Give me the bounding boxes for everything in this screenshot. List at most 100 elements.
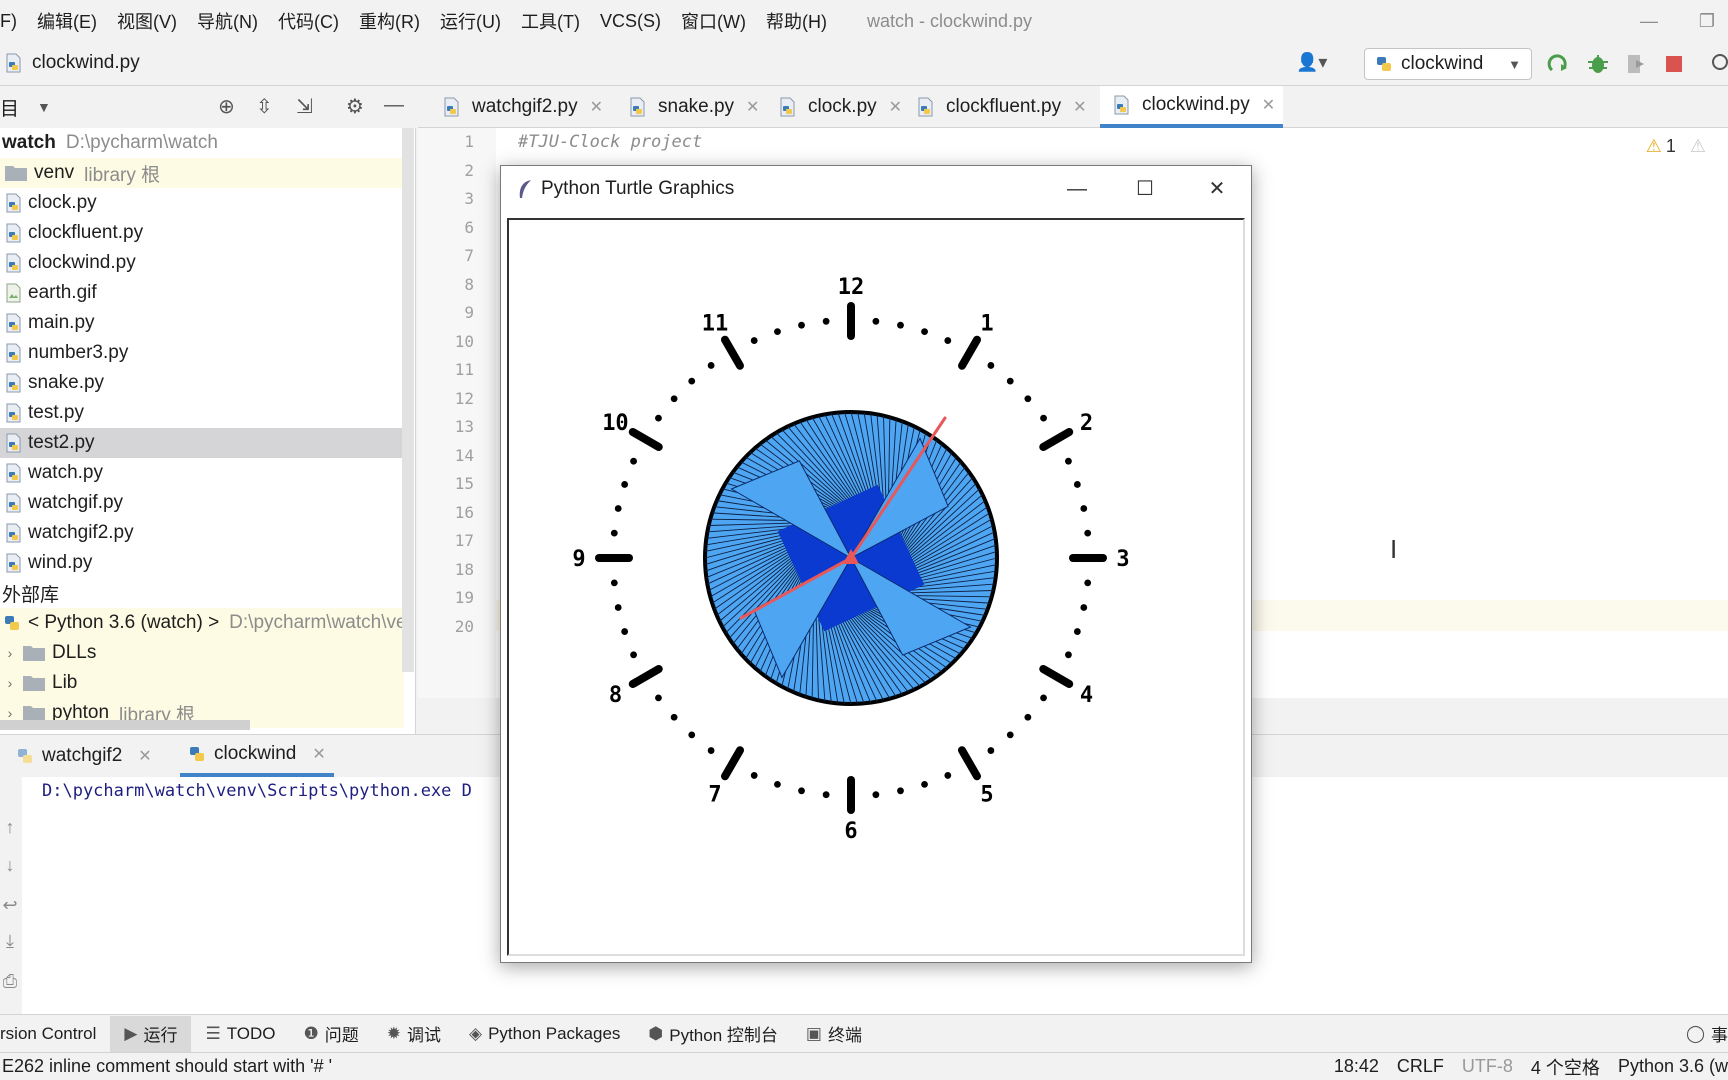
menu-run[interactable]: 运行(U) <box>430 8 511 34</box>
file-encoding[interactable]: UTF-8 <box>1453 1056 1522 1077</box>
menu-vcs[interactable]: VCS(S) <box>590 11 671 32</box>
tree-item-file[interactable]: snake.py <box>0 368 404 398</box>
tree-item-file[interactable]: clockwind.py <box>0 248 404 278</box>
hide-icon[interactable]: — <box>384 94 404 117</box>
menu-view[interactable]: 视图(V) <box>107 8 187 34</box>
caret-position[interactable]: 18:42 <box>1325 1056 1388 1077</box>
tool-python-console[interactable]: ⬢ Python 控制台 <box>634 1016 792 1052</box>
restore-icon[interactable]: ❐ <box>1690 6 1724 36</box>
run-icon: ▶ <box>124 1023 138 1043</box>
tool-event-log[interactable]: ◯ 事 <box>1672 1016 1728 1052</box>
close-icon[interactable]: ✕ <box>138 746 151 766</box>
tool-python-packages[interactable]: ◈ Python Packages <box>455 1016 634 1052</box>
stop-icon[interactable] <box>1664 54 1684 74</box>
gear-icon[interactable]: ⚙ <box>346 94 364 119</box>
tree-item-lib[interactable]: › Lib <box>0 668 404 698</box>
tree-item-file[interactable]: watchgif2.py <box>0 518 404 548</box>
breadcrumb-file[interactable]: clockwind.py <box>32 52 140 74</box>
minimize-icon[interactable]: — <box>1055 174 1099 204</box>
tree-item-file[interactable]: watch.py <box>0 458 404 488</box>
run-tab-clockwind[interactable]: clockwind ✕ <box>180 735 334 777</box>
close-icon[interactable]: ✕ <box>1195 174 1239 204</box>
maximize-icon[interactable]: ☐ <box>1123 174 1167 204</box>
arrow-up-icon[interactable]: ↑ <box>0 817 20 841</box>
status-message[interactable]: E262 inline comment should start with '#… <box>0 1056 1325 1077</box>
line-separator[interactable]: CRLF <box>1388 1056 1453 1077</box>
run-side-toolbar: ↑ ↓ ↩ ⤓ ⎙ <box>0 777 22 1015</box>
tree-item-file[interactable]: test2.py <box>0 428 404 458</box>
project-hscrollbar[interactable] <box>0 720 250 730</box>
project-scrollbar[interactable] <box>402 128 414 672</box>
tab-watchgif2[interactable]: watchgif2.py ✕ <box>430 86 611 128</box>
close-icon[interactable]: ✕ <box>590 97 603 117</box>
menu-refactor[interactable]: 重构(R) <box>349 8 430 34</box>
menu-code[interactable]: 代码(C) <box>268 8 349 34</box>
soft-wrap-icon[interactable]: ↩ <box>0 895 20 919</box>
tool-run[interactable]: ▶ 运行 <box>110 1015 192 1052</box>
tool-debug[interactable]: ✹ 调试 <box>373 1016 455 1052</box>
menu-tools[interactable]: 工具(T) <box>511 8 590 34</box>
menu-edit[interactable]: 编辑(E) <box>27 8 107 34</box>
tree-root[interactable]: watch D:\pycharm\watch <box>0 128 404 158</box>
arrow-down-icon[interactable]: ↓ <box>0 855 20 879</box>
menu-window[interactable]: 窗口(W) <box>671 8 756 34</box>
close-icon[interactable]: ✕ <box>889 97 902 117</box>
tree-item-venv[interactable]: venv library 根 <box>0 158 404 188</box>
print-icon[interactable]: ⎙ <box>0 971 20 995</box>
tree-item-file[interactable]: main.py <box>0 308 404 338</box>
menu-help[interactable]: 帮助(H) <box>756 8 837 34</box>
tree-item-dlls[interactable]: › DLLs <box>0 638 404 668</box>
tab-snake[interactable]: snake.py ✕ <box>616 86 767 128</box>
coverage-icon[interactable] <box>1624 52 1648 76</box>
tool-terminal[interactable]: ▣ 终端 <box>792 1016 876 1052</box>
chevron-down-icon[interactable]: ▼ <box>37 99 51 115</box>
user-icon[interactable]: 👤▾ <box>1296 52 1327 73</box>
tree-item-file[interactable]: watchgif.py <box>0 488 404 518</box>
locate-icon[interactable]: ⊕ <box>218 94 235 119</box>
tree-item-file[interactable]: number3.py <box>0 338 404 368</box>
close-icon[interactable]: ✕ <box>1262 95 1275 115</box>
run-config-dropdown[interactable]: clockwind ▼ <box>1364 48 1532 80</box>
tree-item-sdk[interactable]: < Python 3.6 (watch) > D:\pycharm\watch\… <box>0 608 404 638</box>
project-header-label[interactable]: 目 <box>0 94 19 121</box>
tree-item-file[interactable]: wind.py <box>0 548 404 578</box>
breadcrumb[interactable]: clockwind.py <box>0 52 140 74</box>
line-number: 11 <box>454 360 474 379</box>
collapse-all-icon[interactable]: ⇲ <box>296 94 313 119</box>
menu-navigate[interactable]: 导航(N) <box>187 8 268 34</box>
interpreter[interactable]: Python 3.6 (w <box>1609 1056 1728 1077</box>
chevron-right-icon[interactable]: › <box>2 705 18 721</box>
run-tab-watchgif2[interactable]: watchgif2 ✕ <box>8 735 160 777</box>
close-icon[interactable]: ✕ <box>1073 97 1086 117</box>
chevron-right-icon[interactable]: › <box>2 645 18 661</box>
close-icon[interactable]: ✕ <box>312 744 325 764</box>
console-output[interactable]: D:\pycharm\watch\venv\Scripts\python.exe… <box>42 781 472 801</box>
tab-clockwind[interactable]: clockwind.py ✕ <box>1100 86 1284 128</box>
tab-clockfluent[interactable]: clockfluent.py ✕ <box>904 86 1095 128</box>
tool-problems[interactable]: ❶ 问题 <box>290 1016 373 1052</box>
close-icon[interactable]: ✕ <box>746 97 759 117</box>
tree-item-file[interactable]: clock.py <box>0 188 404 218</box>
minimize-icon[interactable]: — <box>1632 6 1666 36</box>
inspection-widget[interactable]: ⚠ 1 ⚠ <box>1646 136 1706 157</box>
tree-item-file[interactable]: clockfluent.py <box>0 218 404 248</box>
tool-todo[interactable]: ☰ TODO <box>191 1016 289 1052</box>
expand-all-icon[interactable]: ⇳ <box>256 94 273 119</box>
code-comment[interactable]: #TJU-Clock project <box>518 132 702 152</box>
chevron-right-icon[interactable]: › <box>2 675 18 691</box>
indent-setting[interactable]: 4 个空格 <box>1522 1054 1609 1080</box>
tree-item-file[interactable]: earth.gif <box>0 278 404 308</box>
minute-dot <box>921 780 928 788</box>
tab-clock[interactable]: clock.py ✕ <box>766 86 910 128</box>
tool-version-control[interactable]: rsion Control <box>0 1016 110 1052</box>
line-number: 1 <box>464 132 474 151</box>
search-icon[interactable] <box>1708 52 1728 74</box>
turtle-titlebar[interactable]: Python Turtle Graphics — ☐ ✕ <box>501 166 1251 212</box>
debug-icon[interactable] <box>1586 52 1610 76</box>
rerun-icon[interactable] <box>1546 52 1570 76</box>
external-libraries[interactable]: 外部库 <box>0 578 404 608</box>
turtle-canvas[interactable]: 12 1 2 3 4 5 6 7 8 9 10 11 <box>507 218 1245 956</box>
scroll-to-end-icon[interactable]: ⤓ <box>0 931 20 955</box>
menu-file[interactable]: F) <box>0 11 27 32</box>
tree-item-file[interactable]: test.py <box>0 398 404 428</box>
